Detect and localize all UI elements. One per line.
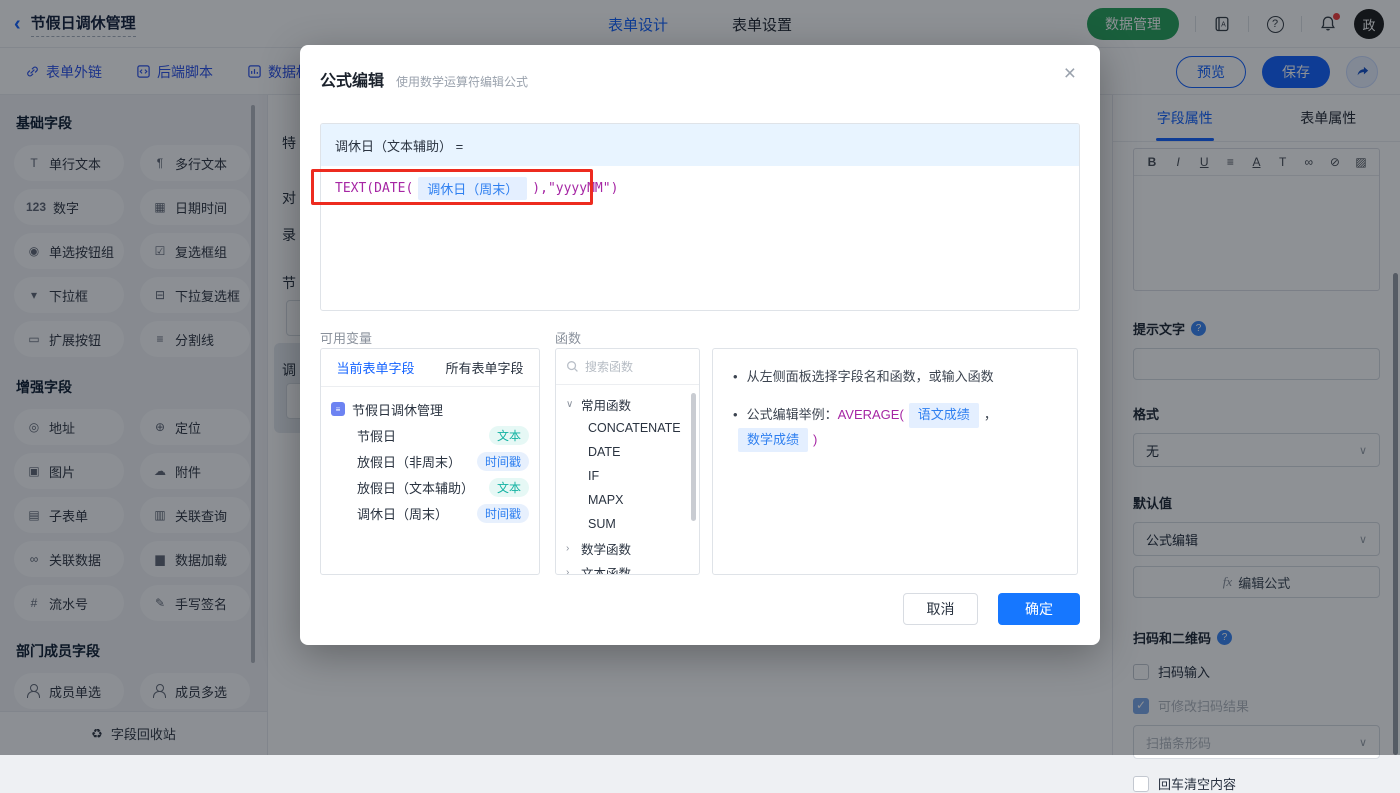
form-doc-icon: ≡ — [331, 402, 345, 416]
hint-example-function: AVERAGE( — [838, 405, 904, 426]
modal-title: 公式编辑 — [320, 67, 384, 91]
variable-field-row[interactable]: 调休日（周末） 时间戳 — [331, 500, 529, 526]
field-type-badge: 时间戳 — [477, 504, 529, 523]
confirm-button[interactable]: 确定 — [998, 593, 1080, 625]
search-icon — [566, 360, 579, 373]
variable-field-row[interactable]: 节假日 文本 — [331, 422, 529, 448]
hint-example-label: 公式编辑举例： — [747, 405, 838, 426]
formula-target-label: 调休日（文本辅助） = — [321, 124, 1079, 166]
formula-expression[interactable]: TEXT(DATE( 调休日（周末） ),"yyyyMM") — [321, 166, 1079, 211]
function-group-text[interactable]: ›文本函数 — [566, 560, 699, 575]
field-type-badge: 时间戳 — [477, 452, 529, 471]
formula-code-prefix: TEXT(DATE( — [335, 181, 413, 196]
variable-field-row[interactable]: 放假日（文本辅助） 文本 — [331, 474, 529, 500]
tab-all-form-fields[interactable]: 所有表单字段 — [445, 358, 523, 377]
function-group-common[interactable]: ∨常用函数 — [566, 392, 699, 416]
field-type-badge: 文本 — [489, 426, 529, 445]
formula-edit-modal: 公式编辑 使用数学运算符编辑公式 × 调休日（文本辅助） = TEXT(DATE… — [300, 45, 1100, 645]
functions-panel: ∨常用函数 CONCATENATE DATE IF MAPX SUM ›数学函数… — [555, 348, 700, 575]
field-type-badge: 文本 — [489, 478, 529, 497]
tab-current-form-fields[interactable]: 当前表单字段 — [336, 358, 414, 377]
chevron-right-icon: › — [566, 543, 576, 554]
enter-clear-checkbox[interactable]: 回车清空内容 — [1133, 774, 1380, 793]
cancel-button[interactable]: 取消 — [903, 593, 978, 625]
function-search-input[interactable] — [585, 360, 685, 374]
hint-panel: • 从左侧面板选择字段名和函数，或输入函数 • 公式编辑举例： AVERAGE(… — [712, 348, 1078, 575]
checkbox-icon — [1133, 776, 1149, 792]
functions-label: 函数 — [555, 328, 581, 347]
function-item[interactable]: SUM — [566, 512, 699, 536]
function-item[interactable]: IF — [566, 464, 699, 488]
example-field-chip: 语文成绩 — [909, 403, 979, 428]
bullet-icon: • — [733, 405, 738, 426]
hint-example-close: ) — [813, 430, 817, 451]
function-item[interactable]: DATE — [566, 440, 699, 464]
hint-separator: ， — [984, 405, 997, 426]
chevron-down-icon: ∨ — [566, 399, 576, 410]
variables-tree-root[interactable]: ≡ 节假日调休管理 — [331, 396, 529, 422]
function-item[interactable]: MAPX — [566, 488, 699, 512]
close-icon[interactable]: × — [1064, 63, 1076, 84]
functions-scrollbar[interactable] — [691, 393, 696, 521]
formula-field-chip[interactable]: 调休日（周末） — [418, 177, 527, 200]
function-group-math[interactable]: ›数学函数 — [566, 536, 699, 560]
formula-editor[interactable]: 调休日（文本辅助） = TEXT(DATE( 调休日（周末） ),"yyyyMM… — [320, 123, 1080, 311]
variables-label: 可用变量 — [320, 328, 372, 347]
formula-code-suffix: ),"yyyyMM") — [532, 181, 618, 196]
function-item[interactable]: CONCATENATE — [566, 416, 699, 440]
variable-field-row[interactable]: 放假日（非周末） 时间戳 — [331, 448, 529, 474]
function-search[interactable] — [556, 349, 699, 385]
bullet-icon: • — [733, 367, 738, 388]
variables-panel: 当前表单字段 所有表单字段 ≡ 节假日调休管理 节假日 文本 放假日（非周末） … — [320, 348, 540, 575]
chevron-right-icon: › — [566, 567, 576, 576]
modal-subtitle: 使用数学运算符编辑公式 — [396, 73, 528, 90]
example-field-chip: 数学成绩 — [738, 428, 808, 453]
hint-line-1: 从左侧面板选择字段名和函数，或输入函数 — [747, 367, 994, 388]
